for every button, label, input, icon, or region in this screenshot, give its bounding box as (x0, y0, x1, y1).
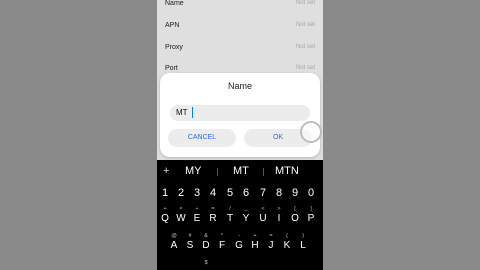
key-letter: I (277, 213, 281, 224)
key-letter: A (170, 240, 178, 251)
name-edit-dialog: Name MT CANCEL OK (160, 73, 320, 157)
key-a[interactable]: @ A (166, 233, 182, 253)
suggestion-divider (263, 168, 264, 176)
key-row3-symbol[interactable]: $ (198, 260, 214, 270)
key-9[interactable]: 9 (287, 187, 303, 199)
touch-indicator (300, 121, 322, 143)
key-letter: L (300, 240, 306, 251)
key-y[interactable]: _ Y (238, 206, 254, 226)
key-symbol: > (277, 206, 281, 212)
key-l[interactable]: ) L (295, 233, 311, 253)
key-p[interactable]: ] P (303, 206, 319, 226)
key-1[interactable]: 1 (157, 187, 173, 199)
dialog-title: Name (227, 81, 252, 91)
key-symbol: ÷ (195, 206, 199, 212)
key-f[interactable]: * F (214, 233, 230, 253)
key-letter: T (226, 213, 234, 224)
key-k[interactable]: (K (279, 233, 295, 253)
key-o[interactable]: [O (287, 206, 303, 226)
key-5[interactable]: 5 (222, 187, 238, 199)
key-symbol: & (204, 233, 208, 239)
key-letter: S (186, 240, 194, 251)
key-symbol: $ (204, 260, 208, 266)
key-6[interactable]: 6 (238, 187, 254, 199)
key-h[interactable]: + H (247, 233, 263, 253)
key-3[interactable]: 3 (189, 187, 205, 199)
key-letter: D (202, 240, 210, 251)
key-0[interactable]: 0 (303, 187, 319, 199)
key-letter: H (251, 240, 259, 251)
key-7[interactable]: 7 (255, 187, 271, 199)
key-letter: G (235, 240, 243, 251)
key-i[interactable]: > I (271, 206, 287, 226)
key-letter: Q (161, 213, 169, 224)
text-cursor (192, 107, 193, 118)
key-letter: Y (242, 213, 250, 224)
suggestion-divider (217, 168, 218, 176)
key-u[interactable]: < U (255, 206, 271, 226)
key-symbol: ) (302, 233, 304, 239)
key-letter: F (218, 240, 226, 251)
key-symbol: < (261, 206, 265, 212)
plus-icon[interactable]: + (163, 165, 169, 177)
key-g[interactable]: -G (231, 233, 247, 253)
key-symbol: # (188, 233, 192, 239)
key-symbol: ] (310, 206, 312, 212)
key-symbol: - (238, 233, 240, 239)
letter-row-qwerty: + Q × W ÷ E = R / T _ Y < U > I [O ] P (157, 206, 323, 226)
key-symbol: + (253, 233, 257, 239)
suggestion-3[interactable]: MTN (275, 165, 299, 177)
key-2[interactable]: 2 (173, 187, 189, 199)
number-row: 1 2 3 4 5 6 7 8 9 0 (157, 187, 323, 207)
key-q[interactable]: + Q (157, 206, 173, 226)
key-symbol: @ (171, 233, 177, 239)
key-letter: R (209, 213, 217, 224)
name-input[interactable]: MT (170, 105, 310, 121)
key-d[interactable]: & D (198, 233, 214, 253)
key-letter: J (268, 240, 274, 251)
key-4[interactable]: 4 (205, 187, 221, 199)
key-r[interactable]: = R (205, 206, 221, 226)
key-e[interactable]: ÷ E (189, 206, 205, 226)
key-symbol: = (211, 206, 215, 212)
key-letter: K (283, 240, 291, 251)
phone-screen: Name Not set APN Not set Proxy Not set P… (157, 0, 323, 270)
key-symbol: = (269, 233, 273, 239)
key-symbol: / (229, 206, 231, 212)
key-s[interactable]: # S (182, 233, 198, 253)
key-j[interactable]: = J (263, 233, 279, 253)
key-symbol: _ (244, 206, 248, 212)
key-letter: W (176, 213, 186, 224)
key-symbol: * (220, 233, 224, 239)
key-letter: U (259, 213, 267, 224)
key-symbol: × (179, 206, 183, 212)
key-symbol: + (163, 206, 167, 212)
key-w[interactable]: × W (173, 206, 189, 226)
name-input-value: MT (176, 108, 188, 117)
cancel-button[interactable]: CANCEL (168, 129, 236, 147)
key-symbol: [ (294, 206, 296, 212)
key-letter: E (193, 213, 201, 224)
key-symbol: ( (286, 233, 288, 239)
key-letter: P (307, 213, 315, 224)
suggestion-bar: + MY MT MTN (157, 160, 323, 182)
key-letter: O (291, 213, 299, 224)
suggestion-1[interactable]: MY (185, 165, 202, 177)
suggestion-2[interactable]: MT (233, 165, 249, 177)
on-screen-keyboard: + MY MT MTN 1 2 3 4 5 6 7 8 9 0 + Q × W ÷ E… (157, 160, 323, 270)
letter-row-asdf: @ A # S & D * F -G + H = J (K ) L (157, 233, 323, 253)
key-t[interactable]: / T (222, 206, 238, 226)
letter-row-zxcv-partial: $ (157, 260, 323, 270)
key-8[interactable]: 8 (271, 187, 287, 199)
